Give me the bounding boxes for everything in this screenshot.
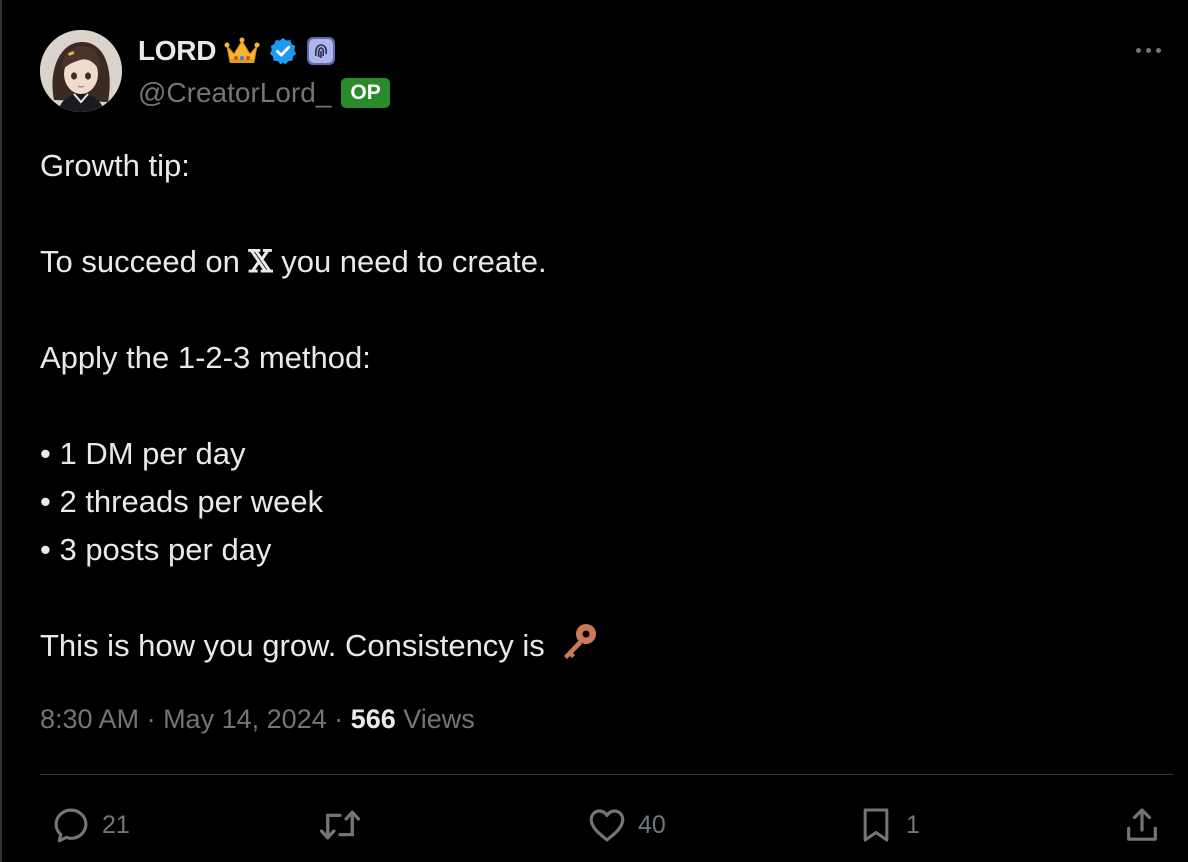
tweet-line: This is how you grow. Consistency is <box>40 622 1140 676</box>
like-count: 40 <box>638 810 666 839</box>
tweet-line: Growth tip: <box>40 148 190 183</box>
tweet-text-fragment: you need to create. <box>272 244 547 279</box>
tweet-bullet: • 2 threads per week <box>40 484 324 519</box>
author-handle-row: @CreatorLord_ OP <box>138 74 390 112</box>
share-button[interactable] <box>1122 800 1162 850</box>
tweet-date[interactable]: May 14, 2024 <box>163 704 327 735</box>
tweet-bullet: • 1 DM per day <box>40 436 246 471</box>
op-badge: OP <box>341 78 390 108</box>
x-logo-icon: 𝕏 <box>248 244 273 280</box>
more-options-button[interactable] <box>1130 38 1166 62</box>
crown-icon <box>224 36 260 66</box>
views-count: 566 <box>350 704 396 734</box>
author-name-row: LORD <box>138 32 336 70</box>
tweet-line: To succeed on 𝕏 you need to create. <box>40 238 1140 286</box>
meta-separator: · <box>326 704 351 734</box>
divider <box>40 774 1173 775</box>
tweet-meta: 8:30 AM · May 14, 2024 · 566 Views <box>40 704 475 735</box>
key-icon <box>557 622 599 676</box>
action-bar: 21 40 1 <box>40 800 1173 850</box>
reply-count: 21 <box>102 810 130 839</box>
avatar[interactable] <box>40 30 122 112</box>
views-label: Views <box>395 704 475 734</box>
bookmark-icon <box>863 808 889 842</box>
meta-separator: · <box>139 704 164 734</box>
verified-badge-icon[interactable] <box>268 36 298 66</box>
display-name[interactable]: LORD <box>138 35 216 67</box>
tweet-bullet: • 3 posts per day <box>40 532 272 567</box>
avatar-image <box>40 30 122 112</box>
more-dot-icon <box>1155 47 1161 53</box>
tweet-text: Growth tip: To succeed on 𝕏 you need to … <box>40 142 1140 676</box>
more-dot-icon <box>1145 47 1151 53</box>
tweet-text-fragment: To succeed on <box>40 244 249 279</box>
tweet-time[interactable]: 8:30 AM <box>40 704 139 735</box>
retweet-icon <box>319 810 361 840</box>
share-icon <box>1127 808 1157 841</box>
author-handle[interactable]: @CreatorLord_ <box>138 77 331 109</box>
tweet-line: Apply the 1-2-3 method: <box>40 340 371 375</box>
bookmark-count: 1 <box>906 810 920 839</box>
heart-icon <box>589 809 625 842</box>
tweet-text-fragment: This is how you grow. Consistency is <box>40 628 554 663</box>
more-dot-icon <box>1135 47 1141 53</box>
bookmark-button[interactable]: 1 <box>856 800 920 850</box>
tweet-card: LORD @CreatorLord_ OP Growth tip: To suc… <box>0 0 1188 862</box>
reply-icon <box>54 808 88 843</box>
reply-button[interactable]: 21 <box>50 800 130 850</box>
retweet-button[interactable] <box>316 800 374 850</box>
fingerprint-badge-icon[interactable] <box>306 36 336 66</box>
like-button[interactable]: 40 <box>586 800 666 850</box>
